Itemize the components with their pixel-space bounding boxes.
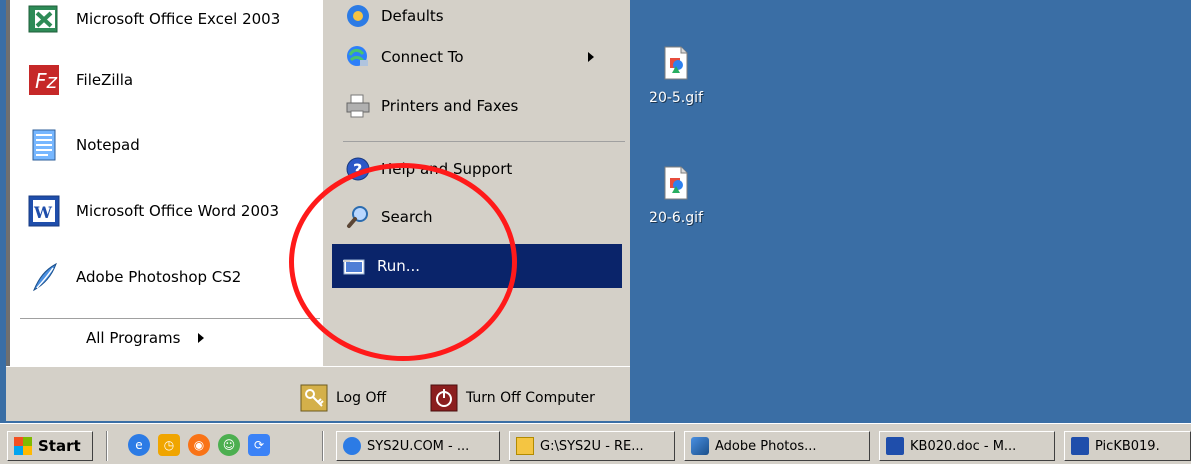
menu-item-label: Adobe Photoshop CS2 — [76, 268, 242, 286]
firefox-icon[interactable]: ◉ — [188, 434, 210, 456]
menu-item-label: Notepad — [76, 136, 140, 154]
defaults-icon — [343, 1, 373, 31]
menu-item-label: Help and Support — [381, 160, 513, 178]
menu-item-defaults[interactable]: Defaults — [343, 0, 444, 34]
taskbar-separator — [106, 431, 108, 461]
taskbar: Start e ◷ ◉ ☺ ⟳ SYS2U.COM - ... G:\SYS2U… — [0, 423, 1191, 464]
photoshop-icon — [691, 437, 709, 455]
turn-off-computer-button[interactable]: Turn Off Computer — [430, 384, 595, 412]
messenger-icon[interactable]: ☺ — [218, 434, 240, 456]
menu-item-label: Connect To — [381, 48, 464, 66]
key-icon — [300, 384, 328, 412]
word-icon — [1071, 437, 1089, 455]
folder-icon — [516, 437, 534, 455]
run-icon — [339, 251, 369, 281]
notepad-icon — [24, 125, 64, 165]
internet-explorer-icon[interactable]: e — [128, 434, 150, 456]
start-button[interactable]: Start — [7, 431, 93, 461]
log-off-label: Log Off — [336, 390, 387, 406]
menu-item-notepad[interactable]: Notepad — [24, 124, 140, 166]
task-button-label: SYS2U.COM - ... — [367, 438, 470, 454]
menu-item-label: Microsoft Office Excel 2003 — [76, 10, 281, 28]
desktop-icon-20-5-gif[interactable]: 20-5.gif — [631, 46, 721, 106]
left-panel-separator — [20, 318, 320, 319]
svg-text:Fz: Fz — [35, 69, 58, 93]
gif-image-icon — [664, 166, 688, 200]
turn-off-label: Turn Off Computer — [466, 390, 595, 406]
chevron-right-icon — [587, 52, 594, 62]
start-menu-left-panel: Microsoft Office Excel 2003 Fz FileZilla — [6, 0, 323, 366]
desktop-icon-20-6-gif[interactable]: 20-6.gif — [631, 166, 721, 226]
log-off-button[interactable]: Log Off — [300, 384, 386, 412]
task-button-label: G:\SYS2U - RE... — [540, 438, 644, 454]
screen: 20-5.gif 20-6.gif Microsoft Office Excel… — [0, 0, 1191, 464]
task-button-sys2u-folder[interactable]: G:\SYS2U - RE... — [509, 431, 675, 461]
task-button-label: KB020.doc - M... — [910, 438, 1017, 454]
menu-item-connect-to[interactable]: Connect To — [343, 39, 594, 75]
connect-to-icon — [343, 42, 373, 72]
clock-icon[interactable]: ◷ — [158, 434, 180, 456]
task-button-sys2u-com[interactable]: SYS2U.COM - ... — [336, 431, 500, 461]
menu-item-filezilla[interactable]: Fz FileZilla — [24, 59, 133, 101]
gif-image-icon — [664, 46, 688, 80]
task-button-label: Adobe Photos... — [715, 438, 817, 454]
start-menu-bottom-bar: Log Off Turn Off Computer — [6, 366, 630, 421]
svg-text:W: W — [33, 203, 53, 222]
photoshop-icon — [24, 257, 64, 297]
word-icon: W — [24, 191, 64, 231]
start-menu-right-panel: Defaults Connect To Printers and Faxes ?… — [323, 0, 630, 366]
search-icon — [343, 202, 373, 232]
menu-item-label: Run... — [377, 257, 421, 275]
word-icon — [886, 437, 904, 455]
menu-item-label: Printers and Faxes — [381, 97, 519, 115]
menu-item-label: Search — [381, 208, 433, 226]
help-icon: ? — [343, 154, 373, 184]
menu-item-label: Defaults — [381, 7, 444, 25]
task-button-label: PicKB019. — [1095, 438, 1160, 454]
printer-icon — [343, 91, 373, 121]
menu-item-run[interactable]: Run... — [332, 244, 622, 288]
chevron-right-icon — [198, 333, 205, 343]
menu-item-photoshop[interactable]: Adobe Photoshop CS2 — [24, 256, 241, 298]
menu-item-search[interactable]: Search — [343, 199, 433, 235]
taskbar-separator — [322, 431, 324, 461]
task-button-adobe-photoshop[interactable]: Adobe Photos... — [684, 431, 870, 461]
start-label: Start — [38, 437, 81, 455]
excel-icon — [24, 0, 64, 39]
svg-text:?: ? — [353, 160, 362, 179]
task-button-kb020-doc[interactable]: KB020.doc - M... — [879, 431, 1055, 461]
menu-item-run-content: Run... — [339, 248, 420, 284]
task-button-pickb019[interactable]: PicKB019. — [1064, 431, 1191, 461]
power-icon — [430, 384, 458, 412]
browser-icon[interactable]: ⟳ — [248, 434, 270, 456]
desktop-icon-label: 20-5.gif — [649, 90, 703, 106]
menu-item-excel[interactable]: Microsoft Office Excel 2003 — [24, 0, 280, 40]
desktop-icon-label: 20-6.gif — [649, 210, 703, 226]
menu-item-word[interactable]: W Microsoft Office Word 2003 — [24, 190, 279, 232]
all-programs-label: All Programs — [86, 329, 181, 347]
filezilla-icon: Fz — [24, 60, 64, 100]
right-panel-separator — [343, 141, 625, 142]
menu-item-help-and-support[interactable]: ? Help and Support — [343, 151, 512, 187]
menu-item-label: FileZilla — [76, 71, 134, 89]
windows-logo-icon — [14, 437, 32, 455]
menu-item-printers-and-faxes[interactable]: Printers and Faxes — [343, 88, 518, 124]
menu-item-label: Microsoft Office Word 2003 — [76, 202, 280, 220]
desktop-background: 20-5.gif 20-6.gif Microsoft Office Excel… — [0, 0, 1191, 423]
start-menu: Microsoft Office Excel 2003 Fz FileZilla — [6, 0, 630, 421]
internet-explorer-icon — [343, 437, 361, 455]
all-programs-button[interactable]: All Programs — [86, 329, 205, 347]
